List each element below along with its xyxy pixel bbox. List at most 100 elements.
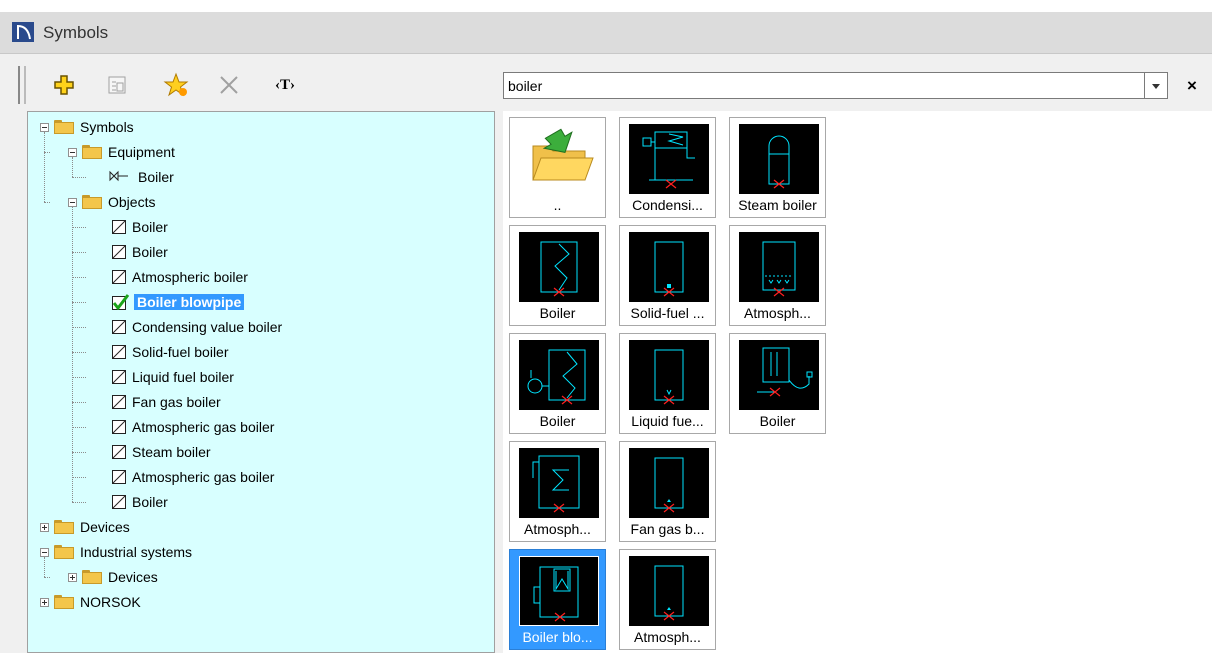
symbol-tile-boiler-fan[interactable]: Boiler bbox=[509, 333, 606, 434]
tree-item-boiler[interactable]: Boiler bbox=[108, 166, 174, 188]
expand-icon[interactable] bbox=[68, 573, 77, 582]
tree-item-solid-fuel-boiler[interactable]: Solid-fuel boiler bbox=[112, 341, 229, 363]
parent-folder-tile[interactable]: .. bbox=[509, 117, 606, 218]
symbol-preview bbox=[629, 232, 709, 302]
tree-item-liquid-fuel-boiler[interactable]: Liquid fuel boiler bbox=[112, 366, 234, 388]
properties-icon[interactable] bbox=[102, 70, 132, 100]
tree-item-label: Objects bbox=[108, 194, 156, 210]
symbol-tile-fangas[interactable]: Fan gas b... bbox=[619, 441, 716, 542]
symbol-tile-boiler-pipe[interactable]: Boiler bbox=[729, 333, 826, 434]
tree-item-symbols[interactable]: Symbols bbox=[54, 116, 134, 138]
expand-icon[interactable] bbox=[40, 523, 49, 532]
symbol-tile-condensing[interactable]: Condensi... bbox=[619, 117, 716, 218]
text-tool-label: ‹T› bbox=[275, 76, 295, 93]
checked-symbol-icon bbox=[112, 294, 130, 310]
tree-item-equipment[interactable]: Equipment bbox=[82, 141, 175, 163]
tree-item-devices[interactable]: Devices bbox=[54, 516, 130, 538]
symbol-tile-atmos[interactable]: Atmosph... bbox=[729, 225, 826, 326]
tree-connector bbox=[72, 502, 86, 503]
tree-item-label: Boiler bbox=[132, 219, 168, 235]
symbol-preview bbox=[739, 124, 819, 194]
tree-connector bbox=[72, 157, 73, 177]
symbol-object-icon bbox=[112, 370, 126, 384]
tree-connector bbox=[44, 557, 45, 577]
search-box[interactable] bbox=[503, 72, 1168, 99]
tree-connector bbox=[72, 352, 86, 353]
symbol-object-icon bbox=[112, 220, 126, 234]
tree-item-label: Boiler blowpipe bbox=[134, 294, 245, 310]
tree-item-atmospheric-gas-boiler[interactable]: Atmospheric gas boiler bbox=[112, 466, 274, 488]
tile-label: Boiler bbox=[539, 413, 576, 429]
tree-item-atmospheric-gas-boiler[interactable]: Atmospheric gas boiler bbox=[112, 416, 274, 438]
symbol-tile-zigzag[interactable]: Boiler bbox=[509, 225, 606, 326]
folder-icon bbox=[54, 545, 74, 559]
tile-label: Atmosph... bbox=[524, 521, 591, 537]
symbol-grid[interactable]: .. Condensi... Steam boiler Boiler Solid-fue… bbox=[503, 111, 1212, 653]
text-icon[interactable]: ‹T› bbox=[270, 70, 300, 100]
tree-connector bbox=[44, 152, 50, 153]
tree-item-norsok[interactable]: NORSOK bbox=[54, 591, 141, 613]
tree-connector bbox=[72, 177, 86, 178]
tree-item-label: Devices bbox=[108, 569, 158, 585]
symbol-preview bbox=[519, 448, 599, 518]
symbol-preview bbox=[629, 340, 709, 410]
collapse-icon[interactable] bbox=[40, 123, 49, 132]
tree-connector bbox=[44, 202, 50, 203]
search-input[interactable] bbox=[508, 75, 1138, 96]
symbol-tile-atmos2[interactable]: Atmosph... bbox=[619, 549, 716, 650]
symbol-preview bbox=[519, 340, 599, 410]
collapse-icon[interactable] bbox=[68, 148, 77, 157]
symbol-object-icon bbox=[112, 495, 126, 509]
favorite-star-icon[interactable] bbox=[161, 70, 191, 100]
tree-item-label: Steam boiler bbox=[132, 444, 211, 460]
symbol-preview bbox=[739, 340, 819, 410]
search-dropdown-button[interactable] bbox=[1144, 73, 1167, 98]
app-icon bbox=[12, 22, 34, 42]
tree-item-steam-boiler[interactable]: Steam boiler bbox=[112, 441, 211, 463]
tree-connector bbox=[72, 452, 86, 453]
tree-item-label: Equipment bbox=[108, 144, 175, 160]
clear-search-button[interactable]: × bbox=[1180, 72, 1204, 99]
tree-item-fan-gas-boiler[interactable]: Fan gas boiler bbox=[112, 391, 221, 413]
tree-item-boiler-blowpipe[interactable]: Boiler blowpipe bbox=[112, 291, 245, 313]
tree-item-label: Atmospheric gas boiler bbox=[132, 469, 275, 485]
close-icon: × bbox=[1187, 75, 1197, 95]
symbol-tile-steam[interactable]: Steam boiler bbox=[729, 117, 826, 218]
tree-item-objects[interactable]: Objects bbox=[82, 191, 155, 213]
tile-label: Solid-fuel ... bbox=[630, 305, 705, 321]
delete-icon[interactable] bbox=[214, 70, 244, 100]
tree-item-label: Atmospheric gas boiler bbox=[132, 419, 275, 435]
tile-label: Steam boiler bbox=[738, 197, 817, 213]
symbol-tile-blowpipe[interactable]: Boiler blo... bbox=[509, 549, 606, 650]
tree-connector bbox=[44, 132, 45, 202]
tree-item-condensing-value-boiler[interactable]: Condensing value boiler bbox=[112, 316, 282, 338]
tree-connector bbox=[72, 277, 86, 278]
symbol-preview bbox=[629, 448, 709, 518]
tree-item-industrial-systems[interactable]: Industrial systems bbox=[54, 541, 192, 563]
tree-connector bbox=[72, 402, 86, 403]
symbol-preview bbox=[519, 556, 599, 626]
expand-icon[interactable] bbox=[40, 598, 49, 607]
tree-item-atmospheric-boiler[interactable]: Atmospheric boiler bbox=[112, 266, 248, 288]
symbol-object-icon bbox=[112, 445, 126, 459]
collapse-icon[interactable] bbox=[40, 548, 49, 557]
tree-item-boiler[interactable]: Boiler bbox=[112, 216, 168, 238]
collapse-icon[interactable] bbox=[68, 198, 77, 207]
folder-up-icon bbox=[519, 124, 599, 194]
tree-item-boiler[interactable]: Boiler bbox=[112, 491, 168, 513]
symbol-tile-liquid[interactable]: Liquid fue... bbox=[619, 333, 716, 434]
tree-item-devices[interactable]: Devices bbox=[82, 566, 158, 588]
tree-item-boiler[interactable]: Boiler bbox=[112, 241, 168, 263]
symbol-preview bbox=[629, 124, 709, 194]
tree-connector bbox=[72, 302, 86, 303]
toolbar-grip[interactable] bbox=[18, 66, 26, 104]
symbol-tile-atmos-sigma[interactable]: Atmosph... bbox=[509, 441, 606, 542]
window-top-edge bbox=[0, 0, 1212, 12]
symbol-object-icon bbox=[112, 395, 126, 409]
tree-item-label: Liquid fuel boiler bbox=[132, 369, 234, 385]
tree-item-label: Boiler bbox=[138, 169, 174, 185]
symbol-tree[interactable]: Symbols Equipment Boiler Objects Boiler Boile… bbox=[27, 111, 495, 653]
add-icon[interactable] bbox=[49, 70, 79, 100]
symbol-object-icon bbox=[112, 245, 126, 259]
symbol-tile-solid[interactable]: Solid-fuel ... bbox=[619, 225, 716, 326]
